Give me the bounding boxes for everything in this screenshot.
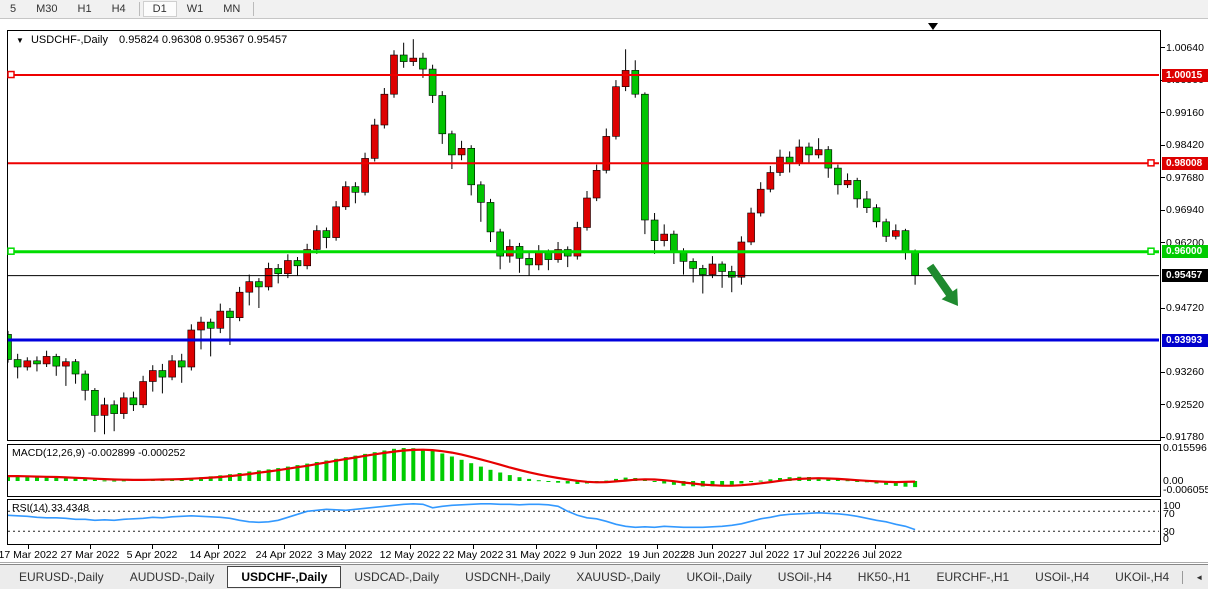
time-axis-label: 24 Apr 2022 (256, 549, 313, 561)
macd-panel[interactable]: MACD(12,26,9) -0.002899 -0.000252 (7, 444, 1161, 497)
time-axis-label: 17 Mar 2022 (0, 549, 57, 561)
tab-usdcnh-daily-4[interactable]: USDCNH-,Daily (452, 566, 563, 588)
time-axis-label: 7 Jul 2022 (741, 549, 789, 561)
macd-label: MACD(12,26,9) -0.002899 -0.000252 (12, 447, 185, 459)
tab-ukoil-daily-6[interactable]: UKOil-,Daily (673, 566, 764, 588)
timeframe-button-5[interactable]: 5 (0, 1, 26, 17)
tab-xauusd-daily-5[interactable]: XAUUSD-,Daily (563, 566, 673, 588)
macd-axis-label: 0.015596 (1163, 442, 1207, 454)
tabs-scroll-left-button[interactable]: ◄ (1195, 573, 1203, 582)
time-axis-label: 17 Jul 2022 (793, 549, 847, 561)
time-axis-label: 14 Apr 2022 (190, 549, 247, 561)
tab-eurusd-daily-0[interactable]: EURUSD-,Daily (6, 566, 117, 588)
price-axis-tick (1161, 437, 1165, 438)
price-axis-label: 0.98420 (1166, 139, 1204, 151)
tab-audusd-daily-1[interactable]: AUDUSD-,Daily (117, 566, 228, 588)
price-axis-tick (1161, 177, 1165, 178)
time-axis-label: 9 Jun 2022 (570, 549, 622, 561)
chart-header: ▼ USDCHF-,Daily 0.95824 0.96308 0.95367 … (16, 34, 287, 46)
tab-separator (1182, 571, 1183, 584)
time-axis-label: 5 Apr 2022 (127, 549, 178, 561)
price-axis-tick (1161, 145, 1165, 146)
time-axis-label: 12 May 2022 (380, 549, 441, 561)
rsi-label: RSI(14) 33.4348 (12, 502, 89, 514)
timeframe-button-d1[interactable]: D1 (143, 1, 177, 17)
statusbar-divider (0, 562, 1208, 563)
support-line-blue-price-badge: 0.93993 (1162, 334, 1208, 347)
price-axis-tick (1161, 242, 1165, 243)
time-axis-label: 28 Jun 2022 (683, 549, 741, 561)
price-axis-label: 0.93260 (1166, 366, 1204, 378)
timeframe-button-m30[interactable]: M30 (26, 1, 67, 17)
price-axis-label: 0.97680 (1166, 172, 1204, 184)
toolbar-separator (139, 2, 140, 16)
chart-ohlc-values: 0.95824 0.96308 0.95367 0.95457 (119, 34, 287, 46)
timeframe-button-mn[interactable]: MN (213, 1, 250, 17)
price-axis-label: 1.00640 (1166, 42, 1204, 54)
price-axis-tick (1161, 210, 1165, 211)
chart-tabs-bar: EURUSD-,DailyAUDUSD-,DailyUSDCHF-,DailyU… (0, 564, 1208, 589)
support-line-green-price-badge: 0.96000 (1162, 245, 1208, 258)
rsi-axis-label: 0 (1163, 533, 1169, 545)
tab-usoil-h4-7[interactable]: USOil-,H4 (765, 566, 845, 588)
tab-usdcad-daily-3[interactable]: USDCAD-,Daily (341, 566, 452, 588)
price-chart-panel[interactable]: ▼ USDCHF-,Daily 0.95824 0.96308 0.95367 … (7, 30, 1161, 441)
chart-shift-marker-icon[interactable] (928, 23, 938, 30)
tab-ukoil-h4-11[interactable]: UKOil-,H4 (1102, 566, 1182, 588)
tab-scroll-controls: ◄► (1182, 571, 1208, 584)
time-axis-label: 27 Mar 2022 (61, 549, 120, 561)
timeframe-button-h1[interactable]: H1 (68, 1, 102, 17)
price-axis-label: 0.96940 (1166, 204, 1204, 216)
toolbar-separator (253, 2, 254, 16)
tab-eurchf-h1-9[interactable]: EURCHF-,H1 (923, 566, 1022, 588)
mt4-window: 5M30H1H4 D1W1MN ▼ USDCHF-,Daily 0.95824 0… (0, 0, 1208, 589)
time-axis-label: 26 Jul 2022 (848, 549, 902, 561)
price-axis-tick (1161, 112, 1165, 113)
price-axis-tick (1161, 404, 1165, 405)
chart-dropdown-icon[interactable]: ▼ (16, 36, 24, 45)
time-axis-label: 22 May 2022 (443, 549, 504, 561)
price-axis-tick (1161, 372, 1165, 373)
price-axis-label: 0.92520 (1166, 399, 1204, 411)
timeframe-button-h4[interactable]: H4 (102, 1, 136, 17)
macd-axis-label: -0.006055 (1163, 484, 1208, 496)
tab-usoil-h4-10[interactable]: USOil-,H4 (1022, 566, 1102, 588)
resistance-line-upper-price-badge: 1.00015 (1162, 69, 1208, 82)
tab-hk50-h1-8[interactable]: HK50-,H1 (845, 566, 924, 588)
price-axis-label: 0.94720 (1166, 302, 1204, 314)
price-axis-label: 0.99160 (1166, 107, 1204, 119)
rsi-panel[interactable]: RSI(14) 33.4348 (7, 499, 1161, 545)
time-axis-label: 31 May 2022 (506, 549, 567, 561)
time-axis-label: 3 May 2022 (318, 549, 373, 561)
time-axis-label: 19 Jun 2022 (628, 549, 686, 561)
rsi-axis-label: 70 (1163, 508, 1175, 520)
tab-usdchf-daily-2[interactable]: USDCHF-,Daily (227, 566, 341, 588)
current-price-line-price-badge: 0.95457 (1162, 269, 1208, 282)
chart-symbol-label: USDCHF-,Daily (31, 34, 108, 46)
timeframe-toolbar[interactable]: 5M30H1H4 D1W1MN (0, 0, 1208, 19)
price-axis-tick (1161, 308, 1165, 309)
timeframe-button-w1[interactable]: W1 (177, 1, 214, 17)
resistance-line-mid-price-badge: 0.98008 (1162, 157, 1208, 170)
price-axis-tick (1161, 47, 1165, 48)
